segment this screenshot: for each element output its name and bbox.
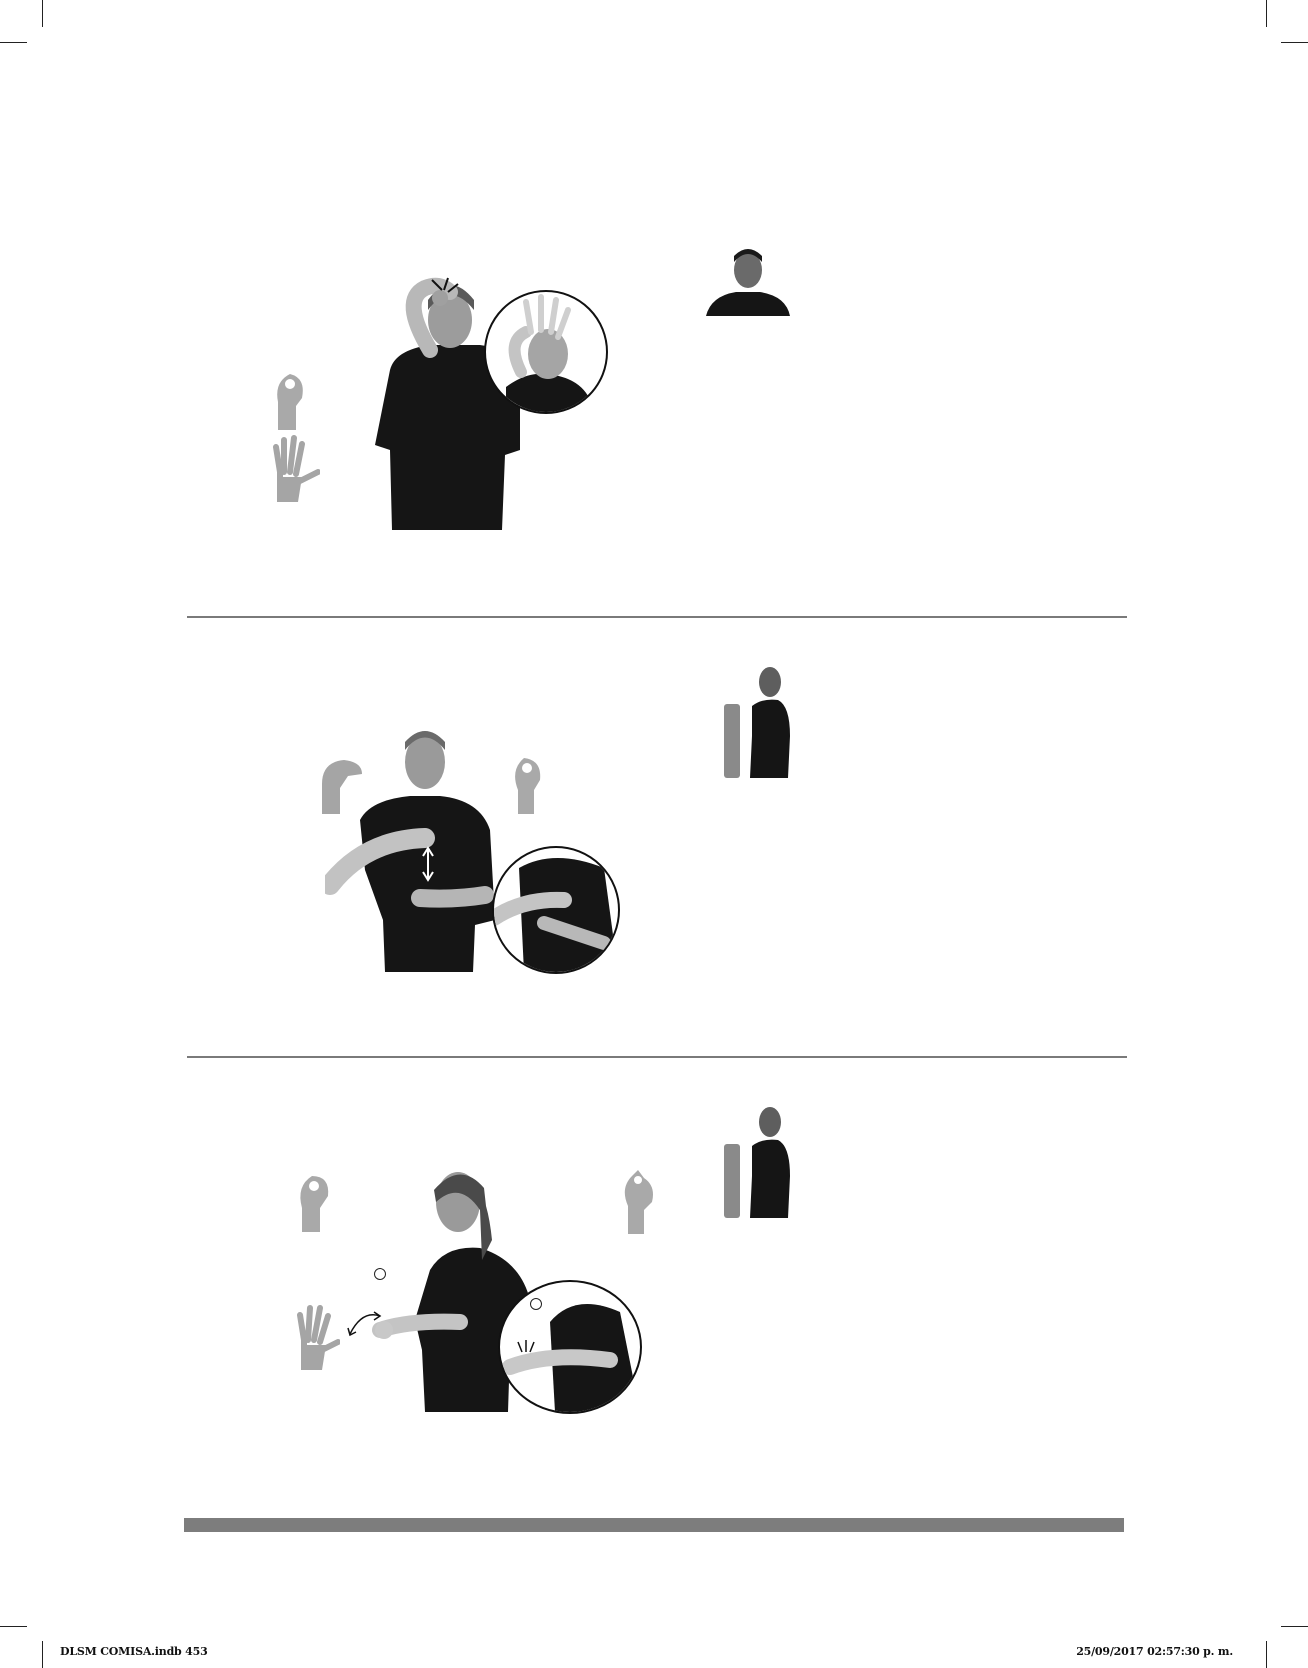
- footer-timestamp: 25/09/2017 02:57:30 p. m.: [1076, 1645, 1233, 1658]
- entry-3-detail-circle: [498, 1280, 642, 1414]
- crop-mark-bottom-right-horizontal: [1281, 1626, 1308, 1627]
- crop-mark-top-left-vertical: [42, 0, 43, 27]
- entry-1-handshape-closed-icon: [272, 362, 308, 430]
- entry-3-location-marker-1: [374, 1268, 386, 1280]
- crop-mark-top-right-horizontal: [1281, 42, 1308, 43]
- entry-2-reference-profile: [722, 666, 790, 778]
- entry-1-detail-circle: [484, 290, 608, 414]
- entry-3-handshape-pinch-icon: [618, 1166, 658, 1234]
- entry-3-location-marker-2: [530, 1298, 542, 1310]
- crop-mark-bottom-right-vertical: [1266, 1641, 1267, 1668]
- entry-divider-1: [187, 616, 1127, 618]
- entry-2-detail-circle: [492, 846, 620, 974]
- crop-mark-top-right-vertical: [1266, 0, 1267, 27]
- entry-3-handshape-open-icon: [296, 1300, 341, 1373]
- entry-1-reference-portrait: [706, 246, 790, 316]
- crop-mark-top-left-horizontal: [0, 42, 27, 43]
- crop-mark-bottom-left-vertical: [42, 1641, 43, 1668]
- page-bottom-bar: [184, 1518, 1124, 1532]
- entry-3-reference-profile: [722, 1106, 790, 1218]
- footer-file-label: DLSM COMISA.indb 453: [60, 1645, 208, 1658]
- entry-divider-2: [187, 1056, 1127, 1058]
- entry-2-handshape-closed-icon: [508, 746, 544, 814]
- entry-3-handshape-closed-icon: [296, 1164, 332, 1232]
- crop-mark-bottom-left-horizontal: [0, 1626, 27, 1627]
- entry-2-handshape-flat-bent-icon: [318, 754, 366, 814]
- entry-3-movement-arrow-icon: [346, 1308, 382, 1338]
- entry-1-handshape-open-icon: [272, 432, 321, 505]
